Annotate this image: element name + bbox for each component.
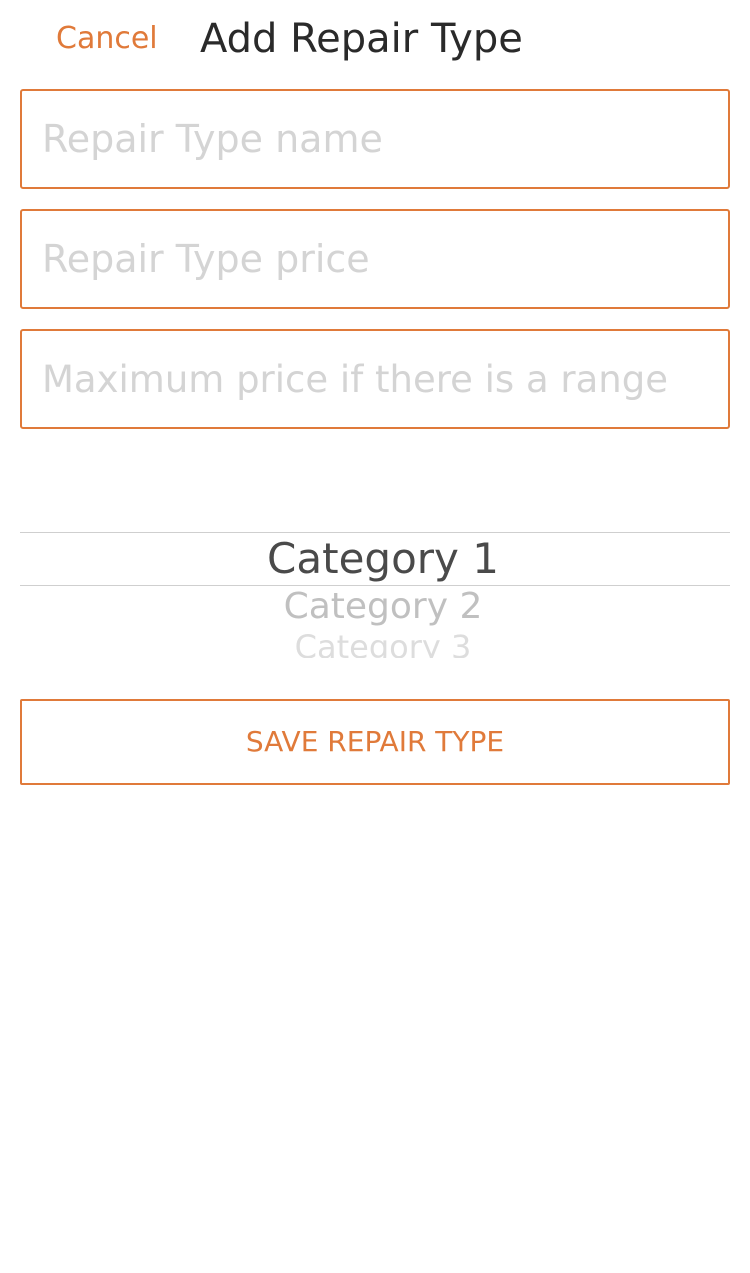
repair-type-price-input[interactable]	[22, 211, 728, 307]
picker-selection-line-top	[20, 532, 730, 533]
category-picker[interactable]: Category 1 Category 2 Category 3	[20, 470, 730, 670]
navigation-header: Cancel Add Repair Type	[0, 0, 750, 80]
picker-item-selected[interactable]: Category 1	[20, 534, 730, 584]
repair-type-price-field	[20, 209, 730, 309]
save-repair-type-button[interactable]: SAVE REPAIR TYPE	[20, 699, 730, 785]
maximum-price-input[interactable]	[22, 331, 728, 427]
picker-item[interactable]: Category 3	[20, 628, 730, 658]
cancel-button[interactable]: Cancel	[56, 18, 158, 60]
picker-item[interactable]: Category 2	[20, 586, 730, 628]
page-title: Add Repair Type	[200, 16, 523, 62]
repair-type-name-field	[20, 89, 730, 189]
repair-type-name-input[interactable]	[22, 91, 728, 187]
maximum-price-field	[20, 329, 730, 429]
